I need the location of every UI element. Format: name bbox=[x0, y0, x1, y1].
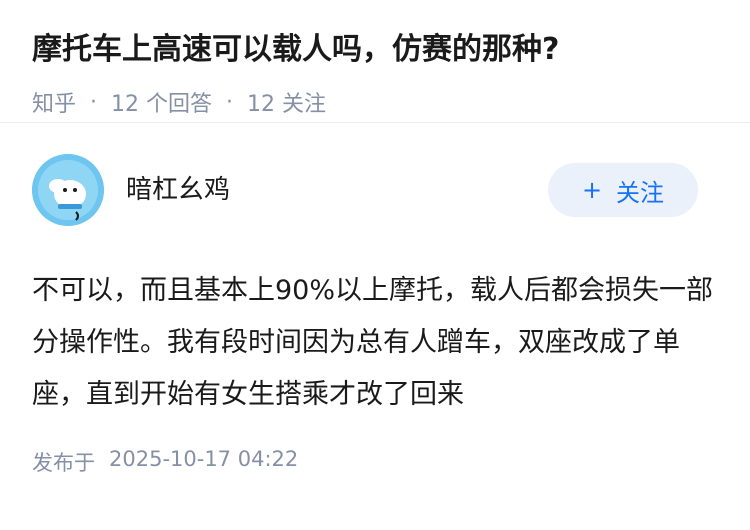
answers-count[interactable]: 12 个回答 bbox=[111, 86, 212, 118]
published-label: 发布于 bbox=[32, 451, 95, 475]
answer-card: 暗杠幺鸡 + 关注 不可以，而且基本上90%以上摩托，载人后都会损失一部分操作性… bbox=[0, 123, 750, 477]
plus-icon: + bbox=[581, 176, 603, 204]
question-meta: 知乎 · 12 个回答 · 12 关注 bbox=[32, 86, 718, 118]
avatar-image-icon bbox=[32, 154, 104, 226]
avatar[interactable] bbox=[32, 154, 104, 226]
question-header: 摩托车上高速可以载人吗，仿赛的那种? 知乎 · 12 个回答 · 12 关注 bbox=[0, 0, 750, 122]
follow-button-label: 关注 bbox=[616, 178, 665, 207]
published-date: 2025-10-17 04:22 bbox=[109, 447, 299, 471]
publish-info: 发布于 2025-10-17 04:22 bbox=[32, 447, 718, 477]
meta-separator: · bbox=[90, 89, 98, 115]
meta-separator: · bbox=[226, 89, 234, 115]
source-label[interactable]: 知乎 bbox=[32, 86, 76, 118]
follow-button[interactable]: + 关注 bbox=[548, 163, 698, 217]
question-title[interactable]: 摩托车上高速可以载人吗，仿赛的那种? bbox=[32, 28, 718, 72]
followers-count[interactable]: 12 关注 bbox=[247, 86, 326, 118]
answer-content[interactable]: 不可以，而且基本上90%以上摩托，载人后都会损失一部分操作性。我有段时间因为总有… bbox=[32, 265, 718, 421]
author-name[interactable]: 暗杠幺鸡 bbox=[126, 169, 230, 206]
